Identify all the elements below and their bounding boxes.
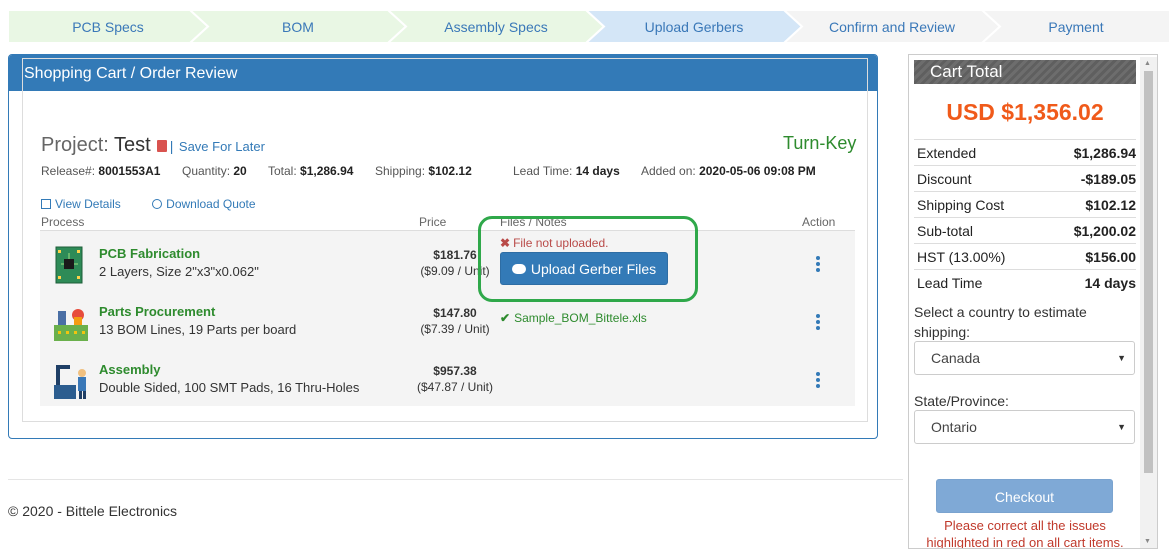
step-label: Payment — [1048, 18, 1104, 35]
list-icon — [41, 199, 51, 209]
process-desc: Double Sided, 100 SMT Pads, 16 Thru-Hole… — [99, 380, 360, 395]
trash-icon[interactable] — [156, 140, 167, 152]
step-label: Confirm and Review — [828, 18, 956, 35]
scroll-thumb[interactable] — [1144, 71, 1153, 473]
step-assembly-specs[interactable]: Assembly Specs — [388, 10, 604, 43]
cart-warning: Please correct all the issues highlighte… — [926, 518, 1124, 549]
more-options-icon[interactable] — [816, 256, 822, 274]
process-name: Parts Procurement — [99, 304, 216, 319]
step-bom[interactable]: BOM — [190, 10, 406, 43]
country-select[interactable]: Canada ▼ — [914, 341, 1135, 375]
process-desc: 13 BOM Lines, 19 Parts per board — [99, 322, 297, 337]
cart-total-sidebar: Cart Total USD $1,356.02 Extended $1,286.… — [908, 54, 1158, 549]
cart-row-extended: Extended $1,286.94 — [914, 139, 1136, 165]
step-pcb-specs[interactable]: PCB Specs — [8, 10, 208, 43]
bom-file-link[interactable]: ✔ Sample_BOM_Bittele.xls — [500, 311, 647, 325]
step-payment[interactable]: Payment — [982, 10, 1170, 43]
service-type: Turn-Key — [783, 133, 857, 153]
cart-row-tax: HST (13.00%) $156.00 — [914, 243, 1136, 269]
more-options-icon[interactable] — [816, 314, 822, 332]
added-on-info: Added on: 2020-05-06 09:08 PM — [641, 164, 816, 178]
wizard-steps: PCB Specs BOM Assembly Specs Upload Gerb… — [8, 10, 1170, 43]
table-row: PCB Fabrication 2 Layers, Size 2"x3"x0.0… — [40, 240, 855, 298]
paperclip-icon — [152, 199, 163, 209]
caret-down-icon: ▼ — [1117, 353, 1126, 363]
cart-row-subtotal: Sub-total $1,200.02 — [914, 217, 1136, 243]
process-price: $957.38 — [433, 364, 477, 378]
pcb-icon — [50, 245, 90, 285]
header-action: Action — [802, 215, 836, 229]
check-icon: ✔ — [500, 311, 511, 325]
table-row: Assembly Double Sided, 100 SMT Pads, 16 … — [40, 356, 855, 414]
more-options-icon[interactable] — [816, 372, 822, 390]
cart-row-shipping: Shipping Cost $102.12 — [914, 191, 1136, 217]
cart-row-lead-time: Lead Time 14 days — [914, 269, 1136, 295]
header-process: Process — [41, 215, 85, 229]
view-details-link[interactable]: View Details — [41, 197, 135, 211]
table-row: Parts Procurement 13 BOM Lines, 19 Parts… — [40, 298, 855, 356]
scroll-up-icon[interactable]: ▲ — [1144, 60, 1151, 67]
process-desc: 2 Layers, Size 2"x3"x0.062" — [99, 264, 259, 279]
shipping-info: Shipping: $102.12 — [375, 164, 472, 178]
checkout-button[interactable]: Checkout — [936, 479, 1113, 513]
project-name: Test — [114, 134, 151, 156]
project-title: Project: Test | Save For Later — [41, 134, 265, 156]
step-label: PCB Specs — [72, 18, 144, 35]
cart-total-amount: USD $1,356.02 — [946, 99, 1104, 125]
footer-copyright: © 2020 - Bittele Electronics — [8, 503, 178, 519]
footer-divider — [8, 479, 903, 480]
province-select[interactable]: Ontario ▼ — [914, 410, 1135, 444]
province-label: State/Province: — [914, 393, 1009, 409]
scroll-down-icon[interactable]: ▼ — [1144, 538, 1151, 545]
release-info: Release#: 8001553A1 — [41, 164, 161, 178]
project-links: View Details Download Quote — [41, 197, 284, 211]
country-label: Select a country to estimate shipping: — [914, 304, 1087, 340]
lead-time-info: Lead Time: 14 days — [513, 164, 620, 178]
step-label: BOM — [282, 18, 314, 35]
process-name: Assembly — [99, 362, 161, 377]
step-upload-gerbers[interactable]: Upload Gerbers — [586, 10, 802, 43]
process-name: PCB Fabrication — [99, 246, 201, 261]
cart-title: Cart Total — [914, 60, 1136, 84]
parts-icon — [50, 303, 90, 343]
save-for-later-link[interactable]: Save For Later — [179, 139, 265, 154]
download-quote-link[interactable]: Download Quote — [152, 197, 269, 211]
sidebar-scrollbar[interactable]: ▲ ▼ — [1140, 57, 1157, 548]
step-label: Upload Gerbers — [644, 18, 744, 35]
total-info: Total: $1,286.94 — [268, 164, 354, 178]
quantity-info: Quantity: 20 — [182, 164, 247, 178]
step-confirm-review[interactable]: Confirm and Review — [784, 10, 1000, 43]
step-label: Assembly Specs — [444, 18, 548, 35]
highlight-annotation — [478, 216, 698, 302]
assembly-icon — [50, 361, 90, 401]
project-label: Project: — [41, 134, 109, 156]
header-price: Price — [419, 215, 447, 229]
cart-row-discount: Discount -$189.05 — [914, 165, 1136, 191]
caret-down-icon: ▼ — [1117, 422, 1126, 432]
process-unit-price: ($47.87 / Unit) — [416, 380, 494, 394]
